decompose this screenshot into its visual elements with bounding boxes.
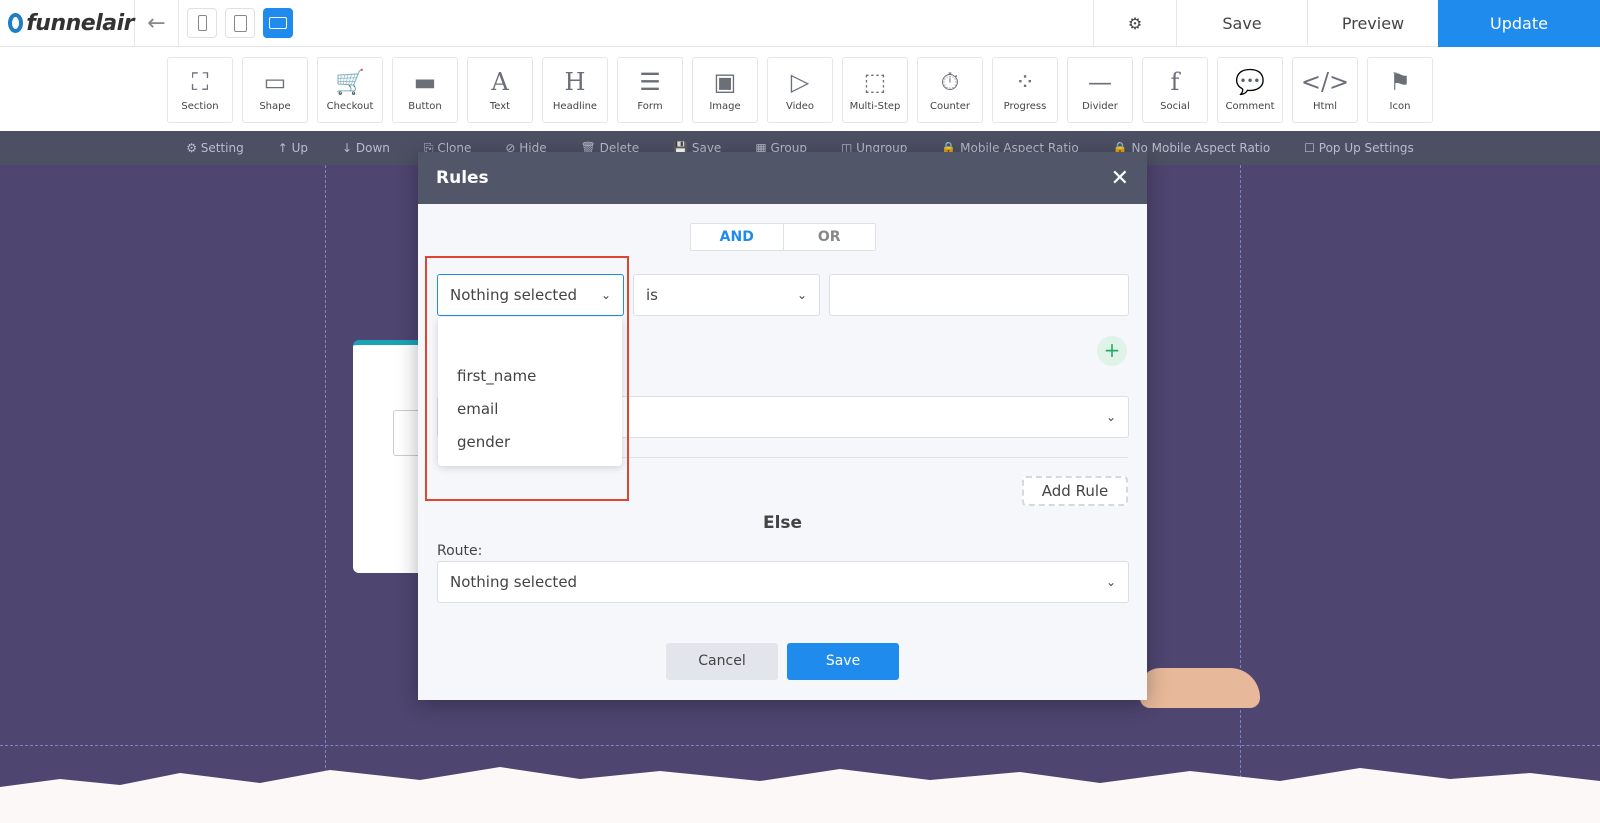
cart-icon: 🛒 bbox=[335, 68, 365, 96]
and-button[interactable]: AND bbox=[691, 224, 784, 250]
guide-line bbox=[1240, 165, 1241, 823]
text-icon: A bbox=[491, 68, 509, 96]
element-label: Button bbox=[408, 101, 442, 112]
logo[interactable]: funnelair bbox=[0, 0, 135, 47]
element-label: Multi-Step bbox=[849, 101, 901, 112]
image-icon: ▣ bbox=[713, 68, 737, 96]
element-icon[interactable]: ⚑ Icon bbox=[1367, 57, 1433, 123]
multistep-icon: ⬚ bbox=[863, 68, 887, 96]
element-label: Headline bbox=[552, 101, 598, 112]
tablet-view-button[interactable] bbox=[225, 8, 255, 38]
element-label: Video bbox=[785, 101, 815, 112]
chevron-down-icon: ⌄ bbox=[796, 288, 807, 302]
add-condition-plus-icon[interactable]: + bbox=[1097, 336, 1127, 366]
element-multi-step[interactable]: ⬚ Multi-Step bbox=[842, 57, 908, 123]
else-heading: Else bbox=[762, 513, 803, 533]
operator-select[interactable]: is ⌄ bbox=[633, 274, 820, 316]
element-form[interactable]: ☰ Form bbox=[617, 57, 683, 123]
foot-image bbox=[1140, 668, 1260, 708]
element-label: Image bbox=[709, 101, 741, 112]
element-video[interactable]: ▷ Video bbox=[767, 57, 833, 123]
desktop-view-button[interactable] bbox=[263, 8, 293, 38]
operator-select-value: is bbox=[646, 286, 658, 304]
video-icon: ▷ bbox=[790, 68, 810, 96]
action-item[interactable]: ☐ Pop Up Settings bbox=[1304, 141, 1414, 155]
logo-icon bbox=[8, 13, 24, 33]
update-button[interactable]: Update bbox=[1438, 0, 1600, 47]
chevron-down-icon: ⌄ bbox=[1105, 575, 1116, 589]
element-label: Text bbox=[489, 101, 511, 112]
element-label: Comment bbox=[1225, 101, 1275, 112]
element-label: Form bbox=[637, 101, 663, 112]
form-icon: ☰ bbox=[639, 68, 661, 96]
headline-icon: H bbox=[564, 68, 586, 96]
logo-text: funnelair bbox=[26, 10, 134, 36]
add-rule-button[interactable]: Add Rule bbox=[1022, 476, 1128, 506]
element-image[interactable]: ▣ Image bbox=[692, 57, 758, 123]
else-route-select[interactable]: Nothing selected ⌄ bbox=[437, 561, 1129, 603]
section-icon: ⛶ bbox=[191, 68, 209, 96]
highlight-box bbox=[425, 256, 629, 501]
back-arrow-icon[interactable]: ← bbox=[135, 0, 179, 47]
settings-gear-icon[interactable]: ⚙ bbox=[1093, 0, 1176, 47]
element-label: Social bbox=[1160, 101, 1190, 112]
action-item[interactable]: ↓ Down bbox=[342, 141, 390, 155]
torn-paper-edge bbox=[0, 767, 1600, 823]
progress-icon: ⁘ bbox=[1014, 68, 1036, 96]
comment-icon: 💬 bbox=[1235, 68, 1265, 96]
element-progress[interactable]: ⁘ Progress bbox=[992, 57, 1058, 123]
else-route-value: Nothing selected bbox=[450, 573, 578, 591]
cancel-button[interactable]: Cancel bbox=[666, 643, 778, 680]
element-section[interactable]: ⛶ Section bbox=[167, 57, 233, 123]
element-label: Checkout bbox=[326, 101, 374, 112]
top-bar: funnelair ← ⚙ Save Preview Update bbox=[0, 0, 1600, 47]
element-label: Icon bbox=[1389, 101, 1411, 112]
chevron-down-icon: ⌄ bbox=[1105, 410, 1116, 424]
code-icon: </> bbox=[1300, 68, 1350, 96]
element-headline[interactable]: H Headline bbox=[542, 57, 608, 123]
element-checkout[interactable]: 🛒 Checkout bbox=[317, 57, 383, 123]
element-toolbar: ⛶ Section ▭ Shape 🛒 Checkout ▬ Button A Text H Head… bbox=[0, 47, 1600, 131]
and-or-toggle: AND OR bbox=[690, 223, 876, 251]
modal-title: Rules bbox=[436, 168, 489, 188]
guide-line bbox=[0, 745, 1600, 746]
element-label: Html bbox=[1313, 101, 1337, 112]
element-button[interactable]: ▬ Button bbox=[392, 57, 458, 123]
mobile-view-button[interactable] bbox=[187, 8, 217, 38]
element-divider[interactable]: — Divider bbox=[1067, 57, 1133, 123]
element-label: Divider bbox=[1082, 101, 1118, 112]
shape-icon: ▭ bbox=[263, 68, 287, 96]
element-label: Counter bbox=[930, 101, 970, 112]
or-button[interactable]: OR bbox=[784, 224, 876, 250]
button-icon: ▬ bbox=[413, 68, 437, 96]
element-html[interactable]: </> Html bbox=[1292, 57, 1358, 123]
flag-icon: ⚑ bbox=[1389, 68, 1411, 96]
value-input[interactable] bbox=[829, 274, 1129, 316]
preview-button[interactable]: Preview bbox=[1307, 0, 1438, 47]
stopwatch-icon: ⏱ bbox=[940, 68, 960, 96]
route-label: Route: bbox=[437, 543, 483, 559]
close-icon[interactable]: ✕ bbox=[1111, 166, 1129, 191]
element-social[interactable]: f Social bbox=[1142, 57, 1208, 123]
element-text[interactable]: A Text bbox=[467, 57, 533, 123]
element-comment[interactable]: 💬 Comment bbox=[1217, 57, 1283, 123]
action-item[interactable]: ⚙ Setting bbox=[186, 141, 244, 155]
element-label: Section bbox=[181, 101, 219, 112]
element-counter[interactable]: ⏱ Counter bbox=[917, 57, 983, 123]
element-label: Progress bbox=[1003, 101, 1047, 112]
facebook-icon: f bbox=[1170, 68, 1180, 96]
element-shape[interactable]: ▭ Shape bbox=[242, 57, 308, 123]
divider-icon: — bbox=[1088, 68, 1112, 96]
action-item[interactable]: ↑ Up bbox=[278, 141, 308, 155]
modal-save-button[interactable]: Save bbox=[787, 643, 899, 680]
save-button[interactable]: Save bbox=[1176, 0, 1307, 47]
guide-line bbox=[325, 165, 326, 823]
element-label: Shape bbox=[259, 101, 291, 112]
